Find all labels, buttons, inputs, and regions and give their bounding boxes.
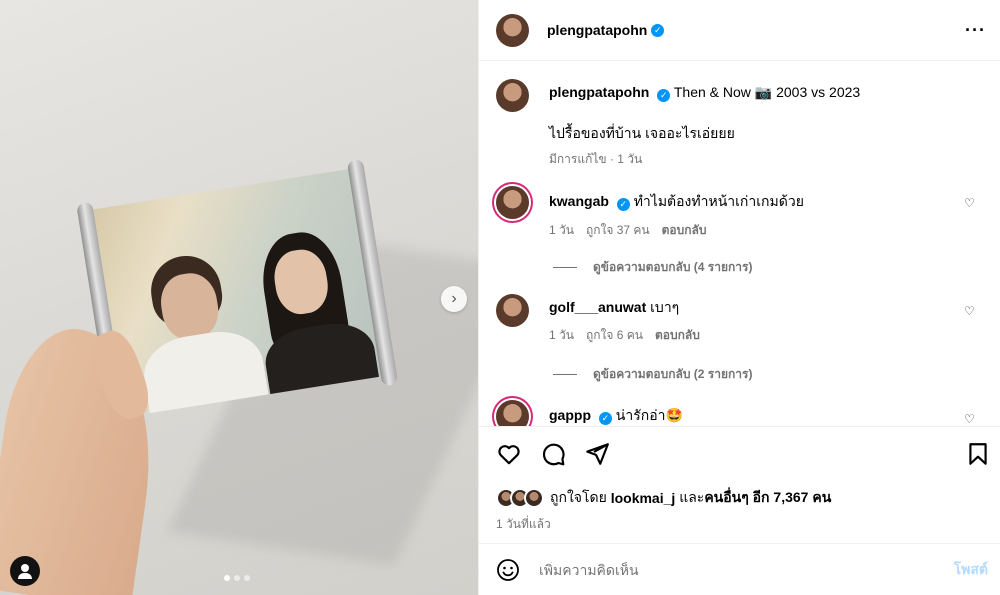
likes-others[interactable]: คนอื่นๆ อีก 7,367 คน [704, 487, 831, 509]
emoji-icon[interactable] [496, 558, 520, 582]
author-username[interactable]: plengpatapohn [547, 22, 647, 38]
post-sidebar: plengpatapohn ✓ ··· plengpatapohn ✓ Then… [478, 0, 1000, 595]
comment-text: น่ารักอ่า🤩 [615, 407, 683, 423]
view-replies-label: ดูข้อความตอบกลับ (2 รายการ) [593, 367, 753, 381]
chevron-right-icon: › [451, 290, 457, 307]
caption-text-2: ไปรื้อของที่บ้าน เจออะไรเอ่ยยย [549, 125, 735, 141]
comment-username[interactable]: golf___anuwat [549, 299, 646, 315]
divider [553, 267, 577, 268]
liker-username[interactable]: lookmai_j [611, 490, 676, 506]
caption-meta: มีการแก้ไข · 1 วัน [549, 152, 643, 166]
comment-time[interactable]: 1 วัน [549, 326, 574, 344]
post-photo[interactable]: › [0, 0, 478, 595]
comment-time[interactable]: 1 วัน [549, 221, 574, 239]
view-replies-button[interactable]: ดูข้อความตอบกลับ (4 รายการ) [553, 258, 752, 277]
post-time[interactable]: 1 วันที่แล้ว [496, 515, 551, 534]
heart-icon[interactable]: ♡ [964, 196, 976, 210]
avatar [524, 488, 544, 508]
comments-list[interactable]: plengpatapohn ✓ Then & Now 📷 2003 vs 202… [479, 62, 1000, 426]
avatar[interactable] [496, 79, 529, 112]
carousel-dot [244, 575, 250, 581]
avatar[interactable] [496, 186, 529, 219]
add-comment-bar: โพสต์ [479, 543, 1000, 595]
comment-input[interactable] [539, 561, 1000, 578]
carousel-next-button[interactable]: › [441, 286, 467, 312]
verified-badge-icon: ✓ [657, 89, 671, 102]
carousel-dot [234, 575, 240, 581]
reply-button[interactable]: ตอบกลับ [662, 221, 707, 239]
verified-badge-icon: ✓ [598, 412, 612, 425]
person-body [138, 325, 272, 418]
caption-username[interactable]: plengpatapohn [549, 84, 649, 100]
likes-prefix: ถูกใจโดย [550, 489, 607, 505]
comment-icon[interactable] [540, 441, 566, 467]
likes-summary[interactable]: ถูกใจโดย lookmai_j และ คนอื่นๆ อีก 7,367… [496, 487, 831, 509]
avatar[interactable] [496, 400, 529, 426]
more-options-icon[interactable]: ··· [965, 20, 986, 41]
post-comment-button[interactable]: โพสต์ [954, 559, 988, 581]
avatar[interactable] [496, 294, 529, 327]
share-icon[interactable] [584, 441, 610, 467]
comment-likes[interactable]: ถูกใจ 37 คน [586, 221, 650, 239]
post-actions: ถูกใจโดย lookmai_j และ คนอื่นๆ อีก 7,367… [479, 426, 1000, 543]
bookmark-icon[interactable] [965, 441, 991, 467]
view-replies-label: ดูข้อความตอบกลับ (4 รายการ) [593, 260, 753, 274]
verified-badge-icon: ✓ [616, 198, 630, 211]
heart-icon[interactable]: ♡ [964, 412, 976, 426]
heart-icon[interactable]: ♡ [964, 304, 976, 318]
post-header: plengpatapohn ✓ ··· [479, 0, 1000, 61]
instagram-post-modal: › plengpatapohn ✓ ··· plengpatapohn ✓ Th… [0, 0, 1000, 595]
avatar[interactable] [496, 13, 529, 47]
comment-likes[interactable]: ถูกใจ 6 คน [586, 326, 643, 344]
tagged-users-button[interactable] [10, 556, 40, 586]
user-icon-body [18, 573, 32, 579]
caption-text: Then & Now 📷 2003 vs 2023 [673, 84, 861, 100]
heart-icon[interactable] [496, 441, 522, 467]
comment-text: เบาๆ [650, 299, 680, 315]
verified-badge-icon: ✓ [651, 23, 665, 37]
divider [553, 374, 577, 375]
reply-button[interactable]: ตอบกลับ [655, 326, 700, 344]
liker-avatars [496, 488, 544, 508]
user-icon [21, 564, 29, 572]
comment-username[interactable]: gappp [549, 407, 591, 423]
carousel-dot [224, 575, 230, 581]
likes-middle: และ [679, 489, 705, 505]
comment-username[interactable]: kwangab [549, 193, 609, 209]
view-replies-button[interactable]: ดูข้อความตอบกลับ (2 รายการ) [553, 365, 752, 384]
carousel-dots [224, 575, 250, 581]
comment-text: ทำไมต้องทำหน้าเก่าเกมด้วย [633, 193, 804, 209]
